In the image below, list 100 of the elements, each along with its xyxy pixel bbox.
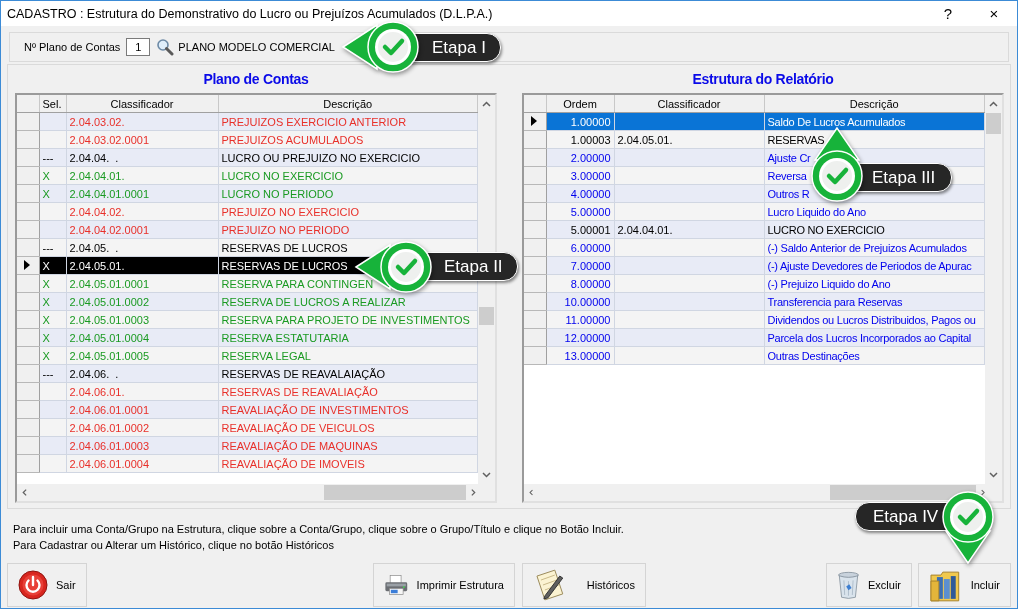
scroll-down-icon: [482, 472, 491, 478]
table-cell: 2.04.05. .: [69, 241, 119, 254]
column-header[interactable]: Classificador: [66, 95, 218, 113]
table-cell: RESERVAS DE REAVALAIAÇÃO: [221, 367, 386, 380]
table-cell: PREJUIZO NO EXERCICIO: [221, 205, 360, 218]
table-cell: RESERVA PARA CONTINGEN: [221, 277, 374, 290]
table-cell: 2.04.04.01.: [617, 223, 673, 236]
table-cell: 2.04.05.01.0002: [69, 295, 150, 308]
table-cell: 2.04.06.01.: [69, 385, 125, 398]
table-cell: 2.04.06.01.0002: [69, 421, 150, 434]
table-cell: ---: [42, 241, 54, 254]
table-cell: RESERVAS DE REAVALIAÇÃO: [221, 385, 378, 398]
column-header[interactable]: Classificador: [614, 95, 764, 113]
table-cell: (-) Prejuizo Liquido do Ano: [767, 277, 891, 290]
table-cell: RESERVA PARA PROJETO DE INVESTIMENTOS: [221, 313, 470, 326]
table-cell: X: [42, 295, 50, 308]
table-cell: Transferencia para Reservas: [767, 295, 903, 308]
table-cell: REAVALIAÇÃO DE INVESTIMENTOS: [221, 403, 409, 416]
table-cell: X: [42, 331, 50, 344]
table-cell: REAVALIAÇÃO DE MAQUINAS: [221, 439, 378, 452]
scrollbar-thumb[interactable]: [479, 307, 494, 325]
table-cell: 2.04.05.01.0005: [69, 349, 150, 362]
table-cell: 2.04.05.01.: [69, 259, 125, 272]
help-text: Para incluir uma Conta/Grupo na Estrutura, clique sobre a Conta/Grupo, clique sobre o Grupo/Título e clique no Botão Incluir.: [13, 522, 625, 537]
table-cell: Outros R: [767, 187, 810, 200]
table-cell: Saldo De Lucros Acumulados: [767, 115, 906, 128]
column-header[interactable]: Sel.: [39, 95, 66, 113]
table-cell: X: [42, 349, 50, 362]
scrollbar-thumb[interactable]: [323, 485, 466, 500]
table-cell: LUCRO NO EXERCICIO: [767, 223, 885, 236]
table-cell: 2.04.04.01.: [69, 169, 125, 182]
table-cell: 2.04.06.01.0003: [69, 439, 150, 452]
horizontal-scrollbar[interactable]: [17, 484, 495, 501]
window-title: CADASTRO : Estrutura do Demonstrativo do Lucro ou Prejuízos Acumulados (D.L.P.A.): [7, 6, 493, 21]
table-cell: PREJUIZOS ACUMULADOS: [221, 133, 364, 146]
table-cell: X: [42, 187, 50, 200]
scroll-right-icon: [470, 488, 476, 497]
panel-title: Estrutura do Relatório: [691, 70, 835, 89]
table-cell: RESERVA LEGAL: [221, 349, 311, 362]
scroll-up-icon: [482, 101, 491, 107]
header-cell: [524, 95, 546, 113]
table-cell: (-) Saldo Anterior de Prejuizos Acumulados: [767, 241, 967, 254]
table-cell: 5.00000: [570, 205, 611, 218]
table-cell: 2.04.06.01.0001: [69, 403, 150, 416]
table-cell: 2.04.05.01.: [617, 133, 673, 146]
action-button[interactable]: Sair: [7, 563, 87, 607]
table-cell: RESERVAS: [767, 133, 825, 146]
table-cell: 2.04.05.01.0003: [69, 313, 150, 326]
column-header[interactable]: Descrição: [218, 95, 478, 113]
table-cell: LUCRO NO EXERCICIO: [221, 169, 344, 182]
table-cell: 11.00000: [565, 313, 611, 326]
table-cell: 2.04.05.01.0001: [69, 277, 150, 290]
scroll-left-icon: [22, 488, 27, 497]
row-pointer-icon: [24, 259, 30, 270]
action-button[interactable]: Excluir: [826, 563, 912, 607]
table-cell: 3.00000: [570, 169, 611, 182]
table-cell: LUCRO NO PERIODO: [221, 187, 334, 200]
column-header[interactable]: Ordem: [546, 95, 614, 113]
scrollbar-thumb[interactable]: [986, 113, 1001, 134]
table-cell: Lucro Liquido do Ano: [767, 205, 866, 218]
plan-name: PLANO MODELO COMERCIAL: [178, 41, 335, 53]
table-cell: 8.00000: [570, 277, 611, 290]
scroll-left-icon: [529, 488, 534, 497]
table-cell: X: [42, 277, 50, 290]
table-cell: PREJUIZO NO PERIODO: [221, 223, 350, 236]
table-cell: RESERVAS DE LUCROS: [221, 259, 348, 272]
table-cell: ---: [42, 151, 54, 164]
table-cell: 13.00000: [564, 349, 611, 362]
table-cell: RESERVA ESTATUTARIA: [221, 331, 349, 344]
table-cell: ---: [42, 367, 54, 380]
column-header[interactable]: Descrição: [764, 95, 985, 113]
horizontal-scrollbar[interactable]: [524, 484, 1002, 501]
scrollbar-thumb[interactable]: [830, 485, 977, 500]
table-cell: 1.00003: [570, 133, 611, 146]
table-cell: 2.04.04.02.0001: [69, 223, 150, 236]
header-cell: [17, 95, 39, 113]
table-cell: PREJUIZOS EXERCICIO ANTERIOR: [221, 115, 407, 128]
plan-number-field[interactable]: 1: [126, 38, 151, 56]
table-cell: REAVALIAÇÃO DE IMOVEIS: [221, 457, 365, 470]
table-cell: 5.00001: [570, 223, 611, 236]
table-cell: 2.04.06.01.0004: [69, 457, 150, 470]
row-pointer-icon: [531, 115, 537, 126]
close-button[interactable]: ×: [971, 1, 1017, 26]
help-button[interactable]: ?: [925, 1, 971, 26]
plan-label: Nº Plano de Contas: [24, 41, 121, 53]
action-button[interactable]: Históricos: [522, 563, 646, 607]
table-cell: 10.00000: [564, 295, 611, 308]
table-cell: Parcela dos Lucros Incorporados ao Capital: [767, 331, 971, 344]
table-cell: 2.04.04. .: [69, 151, 119, 164]
table-cell: LUCRO OU PREJUIZO NO EXERCICIO: [221, 151, 421, 164]
search-icon: [156, 38, 175, 56]
table-cell: Dividendos ou Lucros Distribuidos, Pagos ou: [767, 313, 976, 326]
table-cell: X: [42, 259, 50, 272]
table-cell: 2.04.03.02.0001: [69, 133, 150, 146]
action-button[interactable]: Incluir: [918, 563, 1011, 607]
panel-title: Plano de Contas: [202, 70, 310, 89]
action-button[interactable]: Imprimir Estrutura: [373, 563, 515, 607]
table-cell: 2.04.04.02.: [69, 205, 125, 218]
vertical-scrollbar[interactable]: [985, 95, 1002, 484]
power-icon: [18, 570, 48, 600]
